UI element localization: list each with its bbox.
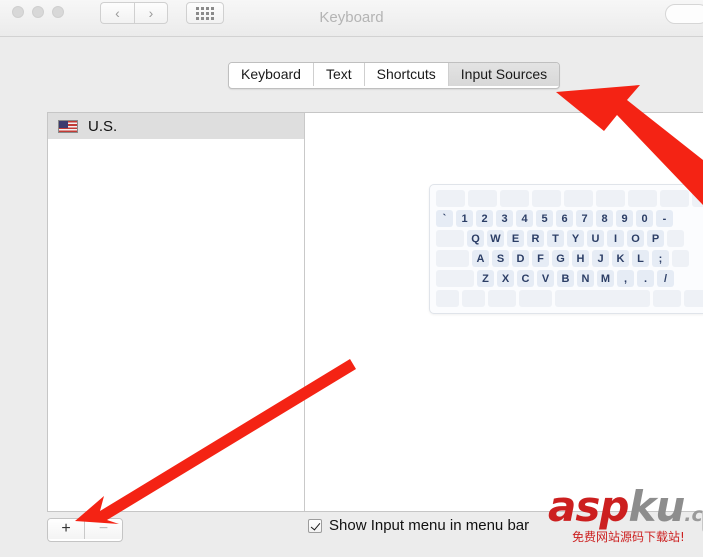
key: 1 [456,210,473,227]
tab-keyboard[interactable]: Keyboard [229,63,314,86]
keyboard-preferences-window: ‹ › Keyboard Keyboard Text Shortcuts Inp… [0,0,703,557]
key: A [472,250,489,267]
key: N [577,270,594,287]
key: P [647,230,664,247]
window-title: Keyboard [319,9,384,26]
watermark: aspku.com 免费网站源码下载站! [548,484,703,546]
watermark-asp: asp [548,484,629,531]
checkbox-icon[interactable] [308,518,322,533]
keyboard-row-modifiers [436,290,703,307]
key: X [497,270,514,287]
keyboard-row-numbers: ` 1 2 3 4 5 6 7 8 9 0 - [436,210,703,227]
key-blank [692,190,703,207]
key: I [607,230,624,247]
key-blank [667,230,684,247]
key: G [552,250,569,267]
key-blank [436,190,465,207]
key: H [572,250,589,267]
key-blank [468,190,497,207]
key-blank [500,190,529,207]
input-sources-panel: U.S. ` 1 2 3 4 5 6 7 8 9 0 - Q W E R T Y… [47,112,703,533]
key: 6 [556,210,573,227]
search-field[interactable] [665,4,703,24]
key: O [627,230,644,247]
key: F [532,250,549,267]
key: R [527,230,544,247]
key-blank [532,190,561,207]
key: 9 [616,210,633,227]
key: S [492,250,509,267]
watermark-com: .com [684,504,703,526]
key: ` [436,210,453,227]
input-source-label: U.S. [88,117,118,135]
key: . [637,270,654,287]
key: W [487,230,504,247]
key: J [592,250,609,267]
key: C [517,270,534,287]
add-input-source-button[interactable]: + [48,519,85,539]
key: 5 [536,210,553,227]
key: T [547,230,564,247]
key-blank [672,250,689,267]
key-option-right [684,290,703,307]
key-command [519,290,552,307]
key-fn [436,290,459,307]
key-blank [564,190,593,207]
key: M [597,270,614,287]
key: D [512,250,529,267]
key: Q [467,230,484,247]
preference-tabs: Keyboard Text Shortcuts Input Sources [228,62,561,89]
key-blank [596,190,625,207]
key: Z [477,270,494,287]
key: 3 [496,210,513,227]
key: - [656,210,673,227]
key: / [657,270,674,287]
tab-text[interactable]: Text [313,63,365,86]
keyboard-row-home: A S D F G H J K L ; [436,250,703,267]
key: K [612,250,629,267]
key: 0 [636,210,653,227]
us-flag-icon [58,119,78,133]
keyboard-row-function [436,190,703,207]
key-capslock [436,250,469,267]
tab-input-sources[interactable]: Input Sources [448,63,560,86]
key: L [632,250,649,267]
tab-shortcuts[interactable]: Shortcuts [364,63,449,86]
key: , [617,270,634,287]
remove-input-source-button[interactable]: − [85,519,122,539]
key-space [555,290,650,307]
keyboard-row-bottom-letters: Z X C V B N M , . / [436,270,703,287]
key: B [557,270,574,287]
key: 2 [476,210,493,227]
key: V [537,270,554,287]
key: Y [567,230,584,247]
key-blank [628,190,657,207]
key-command-right [653,290,681,307]
watermark-ku: ku [628,484,685,531]
keyboard-row-qwerty: Q W E R T Y U I O P [436,230,703,247]
show-input-menu-checkbox-row[interactable]: Show Input menu in menu bar [308,517,529,534]
window-titlebar: ‹ › Keyboard [0,0,703,37]
key-blank [660,190,689,207]
keyboard-layout-preview: ` 1 2 3 4 5 6 7 8 9 0 - Q W E R T Y U I … [429,184,703,314]
watermark-subtitle: 免费网站源码下载站! [572,530,685,544]
key-control [462,290,485,307]
key: E [507,230,524,247]
key: U [587,230,604,247]
show-input-menu-label: Show Input menu in menu bar [329,517,530,534]
list-item[interactable]: U.S. [48,113,304,139]
key-tab [436,230,464,247]
input-sources-list: U.S. [48,113,305,511]
key-option [488,290,516,307]
key: 4 [516,210,533,227]
key-shift [436,270,474,287]
key: ; [652,250,669,267]
key: 7 [576,210,593,227]
keyboard-preview-area: ` 1 2 3 4 5 6 7 8 9 0 - Q W E R T Y U I … [306,113,703,511]
add-remove-controls: + − [47,518,123,542]
key: 8 [596,210,613,227]
